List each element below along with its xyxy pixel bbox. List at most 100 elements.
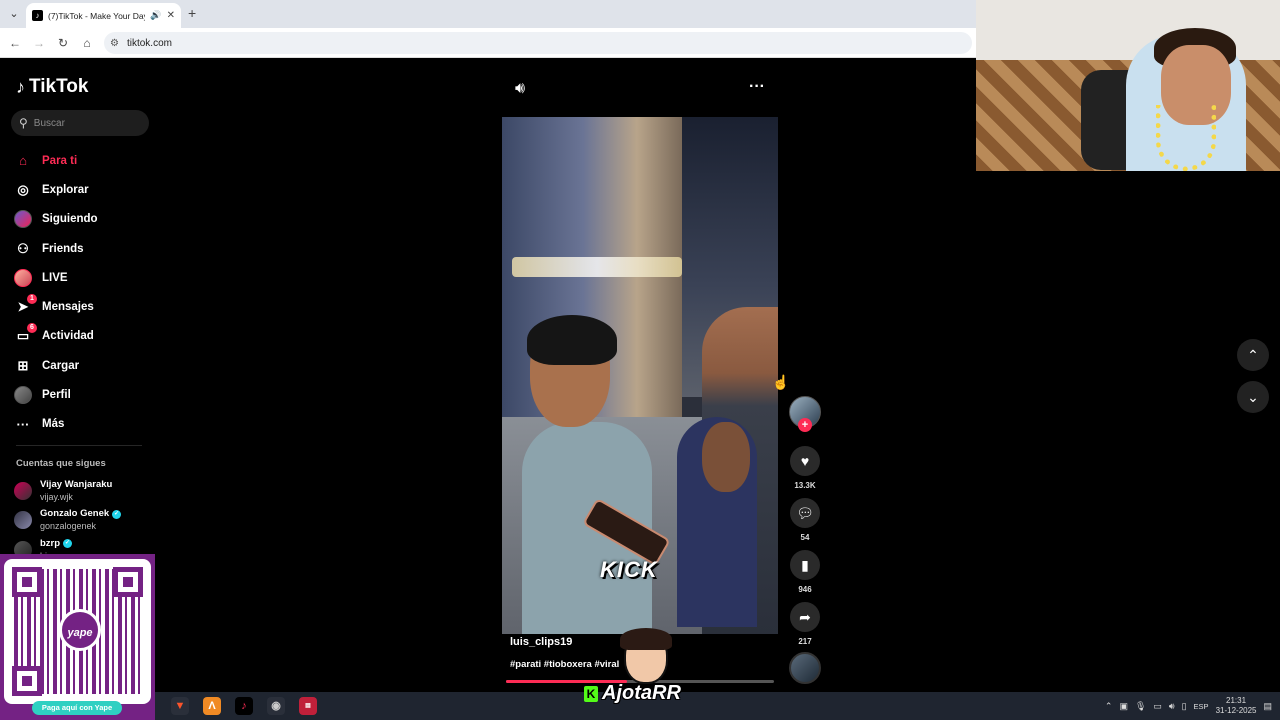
sidebar-item-label: Mensajes — [42, 301, 94, 314]
save-count: 946 — [798, 585, 812, 594]
system-tray: ⌃ ▣ 🎙︎ ▭ 🔊︎ ▯ ESP 21:31 31-12-2025 ▤ — [1105, 692, 1272, 720]
sidebar-item-perfil[interactable]: Perfil — [14, 380, 154, 409]
messages-icon: ➤ 1 — [14, 294, 37, 316]
language-indicator[interactable]: ESP — [1194, 702, 1209, 711]
time: 21:31 — [1226, 696, 1247, 705]
follow-plus-icon[interactable]: + — [798, 418, 812, 432]
account-handle: vijay.wjk — [40, 491, 73, 502]
browser-tab[interactable]: ♪ (7)TikTok - Make Your Day 🔊 ✕ — [26, 3, 181, 28]
yape-qr-overlay: yape Paga aquí con Yape — [0, 554, 155, 720]
browser-toolbar: ← → ↻ ⌂ ⚙ tiktok.com — [0, 28, 976, 58]
microphone-icon[interactable]: 🎙︎ — [1135, 701, 1146, 712]
home-icon[interactable]: ⌂ — [79, 35, 95, 51]
search-icon: ⚲ — [19, 116, 28, 130]
video-username[interactable]: luis_clips19 — [510, 636, 572, 648]
network-icon[interactable]: ▭ — [1153, 701, 1162, 712]
account-handle: gonzalogenek — [40, 521, 97, 532]
avatar — [14, 481, 32, 500]
sidebar-item-label: Cargar — [42, 359, 80, 372]
tab-list-chevron-icon[interactable]: ⌄ — [6, 6, 22, 22]
music-disc-icon[interactable] — [789, 652, 821, 684]
previous-video-button[interactable]: ⌃ — [1237, 339, 1269, 371]
browser-tab-bar: ⌄ ♪ (7)TikTok - Make Your Day 🔊 ✕ + — [0, 0, 976, 28]
account-name: Gonzalo Genek ✓ — [40, 508, 122, 520]
share-count: 217 — [798, 637, 812, 646]
sidebar-item-label: Explorar — [42, 183, 89, 196]
new-tab-button[interactable]: + — [188, 5, 196, 21]
sidebar-item-label: LIVE — [42, 271, 68, 284]
tiktok-taskbar-icon[interactable]: ♪ — [235, 697, 253, 715]
forward-icon[interactable]: → — [31, 35, 47, 51]
hand-cursor-icon: ☝ — [772, 374, 790, 390]
webcam-overlay — [976, 0, 1280, 171]
like-button[interactable]: ♥ 13.3K — [789, 446, 821, 490]
sidebar-item-label: Perfil — [42, 389, 71, 402]
verified-icon: ✓ — [112, 509, 122, 519]
comment-count: 54 — [800, 533, 810, 542]
volume-icon[interactable]: 🔊︎ — [515, 80, 525, 98]
search-box[interactable]: ⚲ — [11, 110, 149, 136]
streamer-name: AjotaRR — [602, 682, 681, 704]
more-options-icon[interactable]: ··· — [749, 78, 765, 96]
sidebar-item-cargar[interactable]: ⊞ Cargar — [14, 351, 154, 380]
search-input[interactable] — [33, 117, 134, 129]
kick-logo-icon: K — [584, 686, 598, 702]
logo-text: TikTok — [29, 76, 89, 97]
heart-icon: ♥ — [790, 446, 820, 476]
sidebar-item-label: Actividad — [42, 330, 94, 343]
voicemod-icon[interactable]: ▤ — [299, 697, 317, 715]
live-avatar-icon — [14, 268, 32, 287]
windows-taskbar: ▼ Λ ♪ ◉ ▤ ⌃ ▣ 🎙︎ ▭ 🔊︎ ▯ ESP 21:31 31-12-… — [155, 692, 1280, 720]
brave-icon[interactable]: ▼ — [171, 697, 189, 715]
sidebar-item-siguiendo[interactable]: Siguiendo — [14, 205, 154, 234]
sidebar-item-mensajes[interactable]: ➤ 1 Mensajes — [14, 292, 154, 321]
close-tab-icon[interactable]: ✕ — [167, 10, 175, 21]
sidebar-item-friends[interactable]: ⚇ Friends — [14, 234, 154, 263]
speaker-icon[interactable]: 🔊︎ — [1169, 701, 1175, 712]
sidebar-item-para-ti[interactable]: ⌂ Para ti — [14, 146, 154, 175]
app-icon[interactable]: Λ — [203, 697, 221, 715]
streamer-overlay: K AjotaRR — [580, 628, 700, 720]
address-bar[interactable]: ⚙ tiktok.com — [104, 32, 972, 54]
following-avatar-icon — [14, 210, 32, 229]
upload-icon: ⊞ — [17, 357, 29, 373]
sidebar-item-label: Friends — [42, 242, 84, 255]
sidebar-item-mas[interactable]: ··· Más — [14, 410, 154, 439]
sidebar-nav: ⌂ Para ti ◎ Explorar Siguiendo ⚇ Friends… — [14, 146, 154, 439]
qr-code: yape — [4, 559, 151, 704]
following-account[interactable]: Gonzalo Genek ✓ gonzalogenek — [14, 506, 154, 536]
divider — [16, 445, 142, 446]
following-list: Vijay Wanjaraku vijay.wjk Gonzalo Genek ✓… — [14, 476, 154, 565]
clock[interactable]: 21:31 31-12-2025 — [1216, 696, 1257, 716]
next-video-button[interactable]: ⌄ — [1237, 381, 1269, 413]
save-button[interactable]: ▮ 946 — [789, 550, 821, 594]
share-button[interactable]: ➦ 217 — [789, 602, 821, 646]
following-account[interactable]: Vijay Wanjaraku vijay.wjk — [14, 476, 154, 506]
sidebar-item-label: Siguiendo — [42, 213, 98, 226]
comment-button[interactable]: 💬︎ 54 — [789, 498, 821, 542]
obs-icon[interactable]: ◉ — [267, 697, 285, 715]
sidebar-item-live[interactable]: LIVE — [14, 263, 154, 292]
url-text: tiktok.com — [126, 37, 172, 49]
sidebar-item-explorar[interactable]: ◎ Explorar — [14, 175, 154, 204]
home-icon: ⌂ — [19, 153, 27, 169]
messages-badge: 1 — [27, 294, 37, 305]
notifications-icon[interactable]: ▤ — [1263, 701, 1272, 712]
share-icon: ➦ — [790, 602, 820, 632]
tiktok-favicon-icon: ♪ — [32, 10, 43, 21]
battery-icon[interactable]: ▯ — [1182, 701, 1187, 712]
yape-pay-button: Paga aquí con Yape — [32, 701, 122, 715]
reload-icon[interactable]: ↻ — [55, 35, 71, 51]
sidebar: ♪ TikTok ⚲ ⌂ Para ti ◎ Explorar Siguiend… — [0, 58, 155, 561]
tray-chevron-icon[interactable]: ⌃ — [1105, 701, 1113, 712]
tray-app-icon[interactable]: ▣ — [1119, 701, 1128, 712]
back-icon[interactable]: ← — [7, 35, 23, 51]
profile-avatar-icon — [14, 386, 32, 405]
comment-icon: 💬︎ — [790, 498, 820, 528]
more-icon: ··· — [16, 416, 30, 432]
audio-playing-icon[interactable]: 🔊 — [150, 10, 161, 21]
site-info-icon[interactable]: ⚙ — [110, 38, 119, 49]
sidebar-item-actividad[interactable]: ▭ 6 Actividad — [14, 322, 154, 351]
tiktok-logo[interactable]: ♪ TikTok — [16, 76, 88, 98]
avatar — [14, 511, 32, 530]
